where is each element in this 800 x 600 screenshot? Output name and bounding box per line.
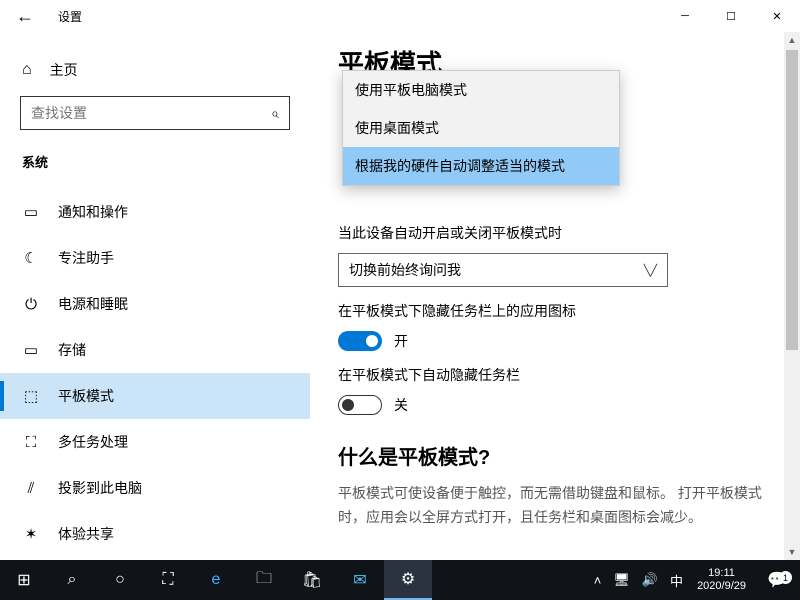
start-button[interactable]: ⊞ (0, 560, 48, 600)
notification-icon: ▭ (22, 203, 40, 221)
search-icon: ⌕ (271, 105, 279, 122)
dropdown-option[interactable]: 使用平板电脑模式 (343, 71, 619, 109)
home-label: 主页 (50, 60, 78, 80)
search-input[interactable] (31, 105, 271, 121)
sidebar-item-tablet-mode[interactable]: ⬚ 平板模式 (0, 373, 310, 419)
storage-icon: ▭ (22, 341, 40, 359)
dropdown-option[interactable]: 使用桌面模式 (343, 109, 619, 147)
sidebar-item-label: 体验共享 (58, 524, 114, 544)
taskbar-app-settings[interactable]: ⚙ (384, 560, 432, 600)
window-title: 设置 (58, 8, 82, 25)
chevron-down-icon: ╲╱ (644, 264, 657, 277)
taskbar-app-mail[interactable]: ✉ (336, 560, 384, 600)
sidebar-item-label: 平板模式 (58, 386, 114, 406)
setting-label-hide-taskbar: 在平板模式下自动隐藏任务栏 (338, 365, 770, 385)
sidebar-item-power-sleep[interactable]: ⏻ 电源和睡眠 (20, 281, 290, 327)
cortana-button[interactable]: ○ (96, 560, 144, 600)
section-header: 系统 (20, 152, 290, 171)
tablet-icon: ⬚ (22, 387, 40, 405)
power-icon: ⏻ (22, 296, 40, 313)
sidebar-item-multitasking[interactable]: ⛶ 多任务处理 (20, 419, 290, 465)
search-button[interactable]: ⌕ (48, 560, 96, 600)
toggle-state: 开 (394, 331, 408, 351)
home-icon: ⌂ (22, 61, 32, 79)
search-box[interactable]: ⌕ (20, 96, 290, 130)
project-icon: ⫽ (22, 480, 40, 497)
tray-network-icon[interactable]: 🖥 (607, 572, 636, 588)
clock-time: 19:11 (697, 567, 746, 580)
dropdown-option[interactable]: 根据我的硬件自动调整适当的模式 (343, 147, 619, 185)
close-button[interactable]: ✕ (754, 0, 800, 32)
sidebar-item-label: 通知和操作 (58, 202, 128, 222)
about-description: 平板模式可使设备便于触控，而无需借助键盘和鼠标。 打开平板模式时，应用会以全屏方… (338, 482, 770, 530)
sidebar-item-projecting[interactable]: ⫽ 投影到此电脑 (20, 465, 290, 511)
back-button[interactable]: ← (8, 2, 42, 31)
notification-center-button[interactable]: 💬 1 (754, 570, 800, 590)
toggle-hide-app-icons[interactable] (338, 331, 382, 351)
about-title: 什么是平板模式? (338, 441, 770, 470)
home-link[interactable]: ⌂ 主页 (20, 52, 290, 96)
dropdown-value: 切换前始终询问我 (349, 260, 461, 280)
taskbar: ⊞ ⌕ ○ ⛶ e 🗀 🛍 ✉ ⚙ ˄ 🖥 🔊 中 19:11 2020/9/2… (0, 560, 800, 600)
clock-date: 2020/9/29 (697, 580, 746, 593)
sidebar-item-label: 电源和睡眠 (58, 294, 128, 314)
scrollbar[interactable]: ▲ ▼ (784, 32, 800, 560)
tray-volume-icon[interactable]: 🔊 (636, 572, 664, 588)
task-view-button[interactable]: ⛶ (144, 560, 192, 600)
sidebar-item-shared-experiences[interactable]: ✶ 体验共享 (20, 511, 290, 557)
taskbar-app-edge[interactable]: e (192, 560, 240, 600)
setting-label-auto-switch: 当此设备自动开启或关闭平板模式时 (338, 223, 770, 243)
sidebar-item-label: 存储 (58, 340, 86, 360)
share-icon: ✶ (22, 525, 40, 543)
sidebar-item-label: 多任务处理 (58, 432, 128, 452)
dropdown-auto-switch[interactable]: 切换前始终询问我 ╲╱ (338, 253, 668, 287)
window-titlebar: ← 设置 ─ ☐ ✕ (0, 0, 800, 32)
minimize-button[interactable]: ─ (662, 0, 708, 32)
moon-icon: ☾ (22, 249, 40, 267)
sidebar-item-focus-assist[interactable]: ☾ 专注助手 (20, 235, 290, 281)
taskbar-app-store[interactable]: 🛍 (288, 560, 336, 600)
sidebar-item-label: 专注助手 (58, 248, 114, 268)
scroll-down-button[interactable]: ▼ (784, 544, 800, 560)
toggle-state: 关 (394, 395, 408, 415)
scroll-thumb[interactable] (786, 50, 798, 350)
setting-label-hide-app-icons: 在平板模式下隐藏任务栏上的应用图标 (338, 301, 770, 321)
taskbar-clock[interactable]: 19:11 2020/9/29 (689, 567, 754, 593)
notification-badge: 1 (779, 571, 792, 584)
sidebar-item-storage[interactable]: ▭ 存储 (20, 327, 290, 373)
taskbar-app-explorer[interactable]: 🗀 (240, 560, 288, 600)
sidebar: ⌂ 主页 ⌕ 系统 ▭ 通知和操作 ☾ 专注助手 ⏻ 电源和睡眠 ▭ 存储 ⬚ … (0, 32, 310, 560)
sidebar-item-label: 投影到此电脑 (58, 478, 142, 498)
tray-ime[interactable]: 中 (664, 571, 689, 590)
dropdown-signin-mode-open: 使用平板电脑模式 使用桌面模式 根据我的硬件自动调整适当的模式 (342, 70, 620, 186)
maximize-button[interactable]: ☐ (708, 0, 754, 32)
tray-overflow-icon[interactable]: ˄ (588, 573, 608, 588)
scroll-up-button[interactable]: ▲ (784, 32, 800, 48)
toggle-hide-taskbar[interactable] (338, 395, 382, 415)
multitask-icon: ⛶ (22, 434, 40, 451)
sidebar-item-notifications[interactable]: ▭ 通知和操作 (20, 189, 290, 235)
